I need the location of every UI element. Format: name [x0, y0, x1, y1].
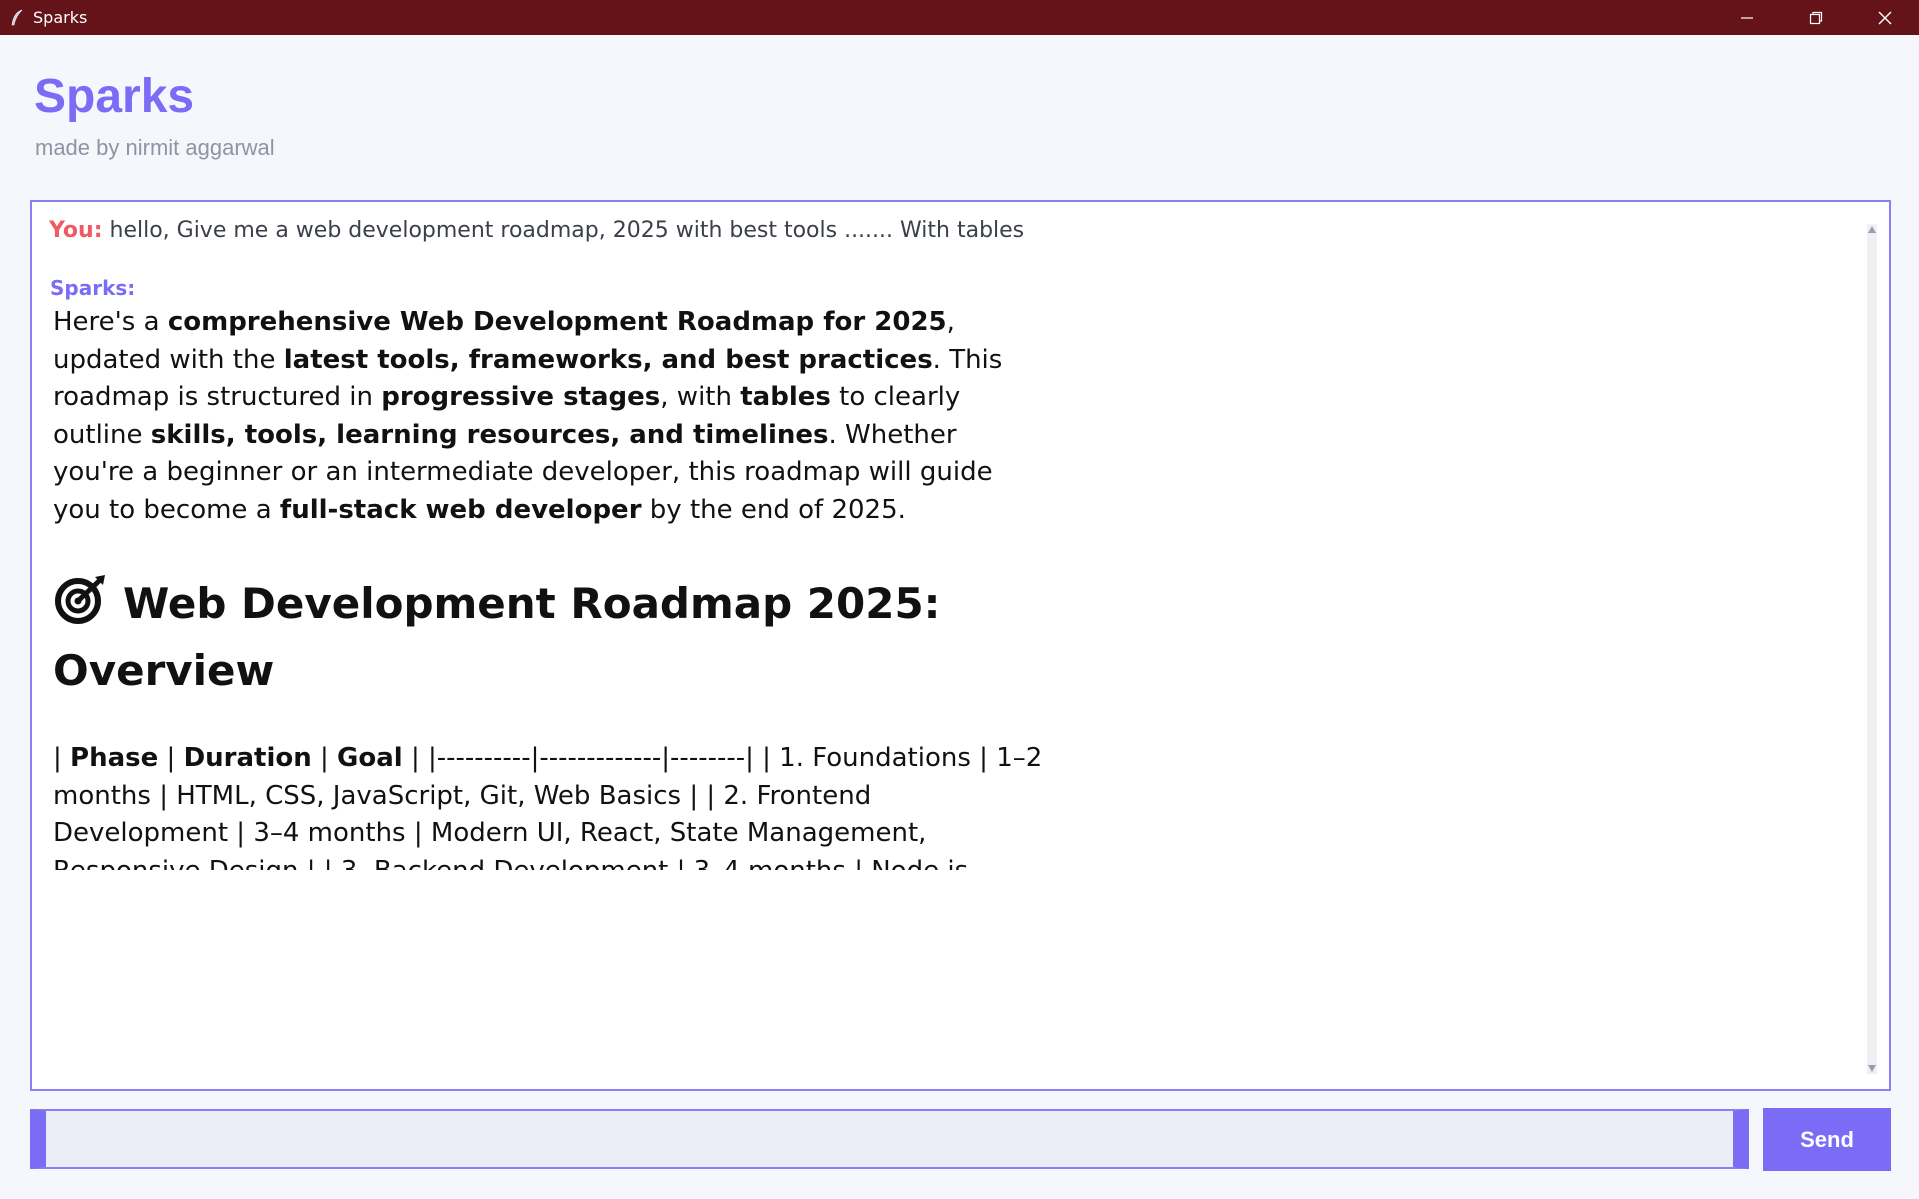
message-input[interactable]: [46, 1111, 1733, 1167]
table-segment: |: [158, 743, 184, 773]
app-subtitle: made by nirmit aggarwal: [35, 135, 275, 160]
table-segment: |: [53, 743, 71, 773]
user-speaker-label: You:: [49, 218, 103, 243]
close-icon: [1878, 11, 1891, 24]
table-segment: |: [311, 743, 338, 773]
table-segment: Duration: [183, 743, 312, 773]
scroll-down-arrow-icon[interactable]: [1868, 1065, 1876, 1072]
close-button[interactable]: [1850, 0, 1919, 35]
chat-history[interactable]: You: hello, Give me a web development ro…: [30, 200, 1891, 1091]
user-message: You: hello, Give me a web development ro…: [49, 218, 1024, 243]
window-title: Sparks: [33, 8, 88, 27]
intro-segment: skills, tools, learning resources, and t…: [150, 419, 829, 450]
message-input-container: [30, 1109, 1749, 1169]
bot-intro-paragraph: Here's a comprehensive Web Development R…: [53, 304, 1043, 529]
restore-button[interactable]: [1781, 0, 1850, 35]
app-title: Sparks: [34, 70, 195, 123]
restore-icon: [1809, 11, 1822, 24]
bot-table-text: | Phase | Duration | Goal | |----------|…: [53, 740, 1043, 870]
intro-segment: Here's a: [53, 307, 168, 337]
send-button[interactable]: Send: [1763, 1108, 1891, 1171]
chat-scrollbar[interactable]: [1867, 224, 1877, 1074]
table-segment: Phase: [70, 743, 159, 773]
feather-app-icon: [7, 8, 27, 28]
bot-heading: Web Development Roadmap 2025: Overview: [53, 570, 1043, 704]
intro-segment: latest tools, frameworks, and best pract…: [283, 344, 933, 375]
intro-segment: , with: [660, 382, 741, 412]
minimize-button[interactable]: [1712, 0, 1781, 35]
bot-heading-text: Web Development Roadmap 2025: Overview: [53, 579, 941, 695]
table-segment: Goal: [337, 743, 403, 773]
scroll-up-arrow-icon[interactable]: [1868, 226, 1876, 233]
intro-segment: tables: [740, 382, 831, 412]
intro-segment: progressive stages: [381, 382, 661, 412]
direct-hit-target-icon: [53, 572, 111, 624]
minimize-icon: [1740, 16, 1753, 19]
intro-segment: by the end of 2025.: [641, 494, 906, 525]
window-controls: [1712, 0, 1919, 35]
user-message-text: hello, Give me a web development roadmap…: [109, 218, 1025, 243]
bot-speaker-label: Sparks:: [50, 276, 136, 300]
window-titlebar: Sparks: [0, 0, 1919, 35]
intro-segment: comprehensive Web Development Roadmap fo…: [167, 307, 947, 337]
intro-segment: full-stack web developer: [279, 494, 642, 525]
bot-message: Here's a comprehensive Web Development R…: [53, 304, 1043, 870]
